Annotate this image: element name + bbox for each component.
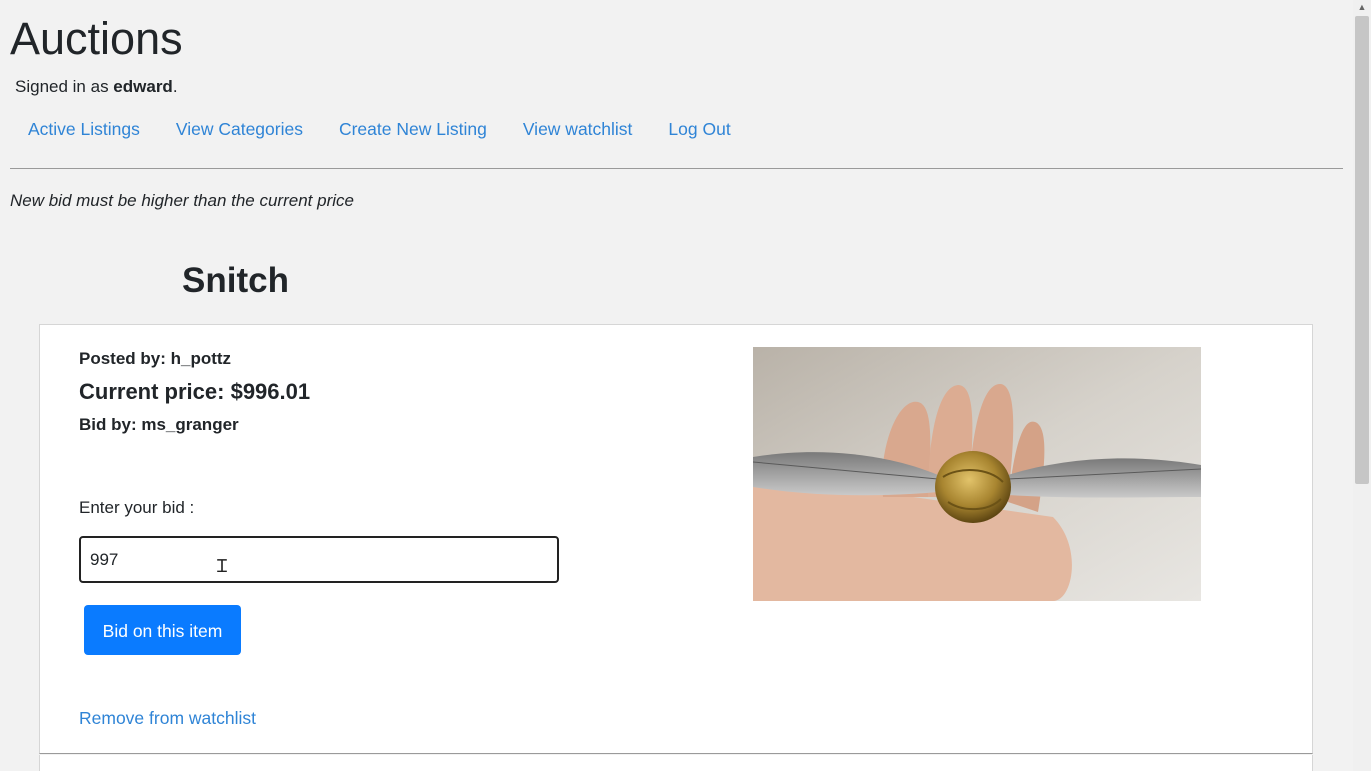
bid-by: Bid by: ms_granger [79, 415, 239, 434]
remove-from-watchlist-link[interactable]: Remove from watchlist [79, 707, 256, 729]
signed-in-status: Signed in as edward. [15, 76, 178, 98]
listing-card-footer [39, 755, 1313, 771]
posted-by: Posted by: h_pottz [79, 349, 232, 368]
current-price: Current price: $996.01 [79, 379, 311, 404]
signed-in-prefix: Signed in as [15, 77, 114, 96]
bid-input-label: Enter your bid : [79, 498, 195, 517]
bid-button[interactable]: Bid on this item [84, 605, 241, 655]
scroll-thumb[interactable] [1355, 16, 1369, 484]
nav-log-out[interactable]: Log Out [650, 116, 748, 142]
nav-active-listings[interactable]: Active Listings [10, 116, 158, 142]
vertical-scrollbar[interactable]: ▲ [1353, 0, 1371, 771]
snitch-photo [753, 347, 1201, 601]
bid-input[interactable] [79, 536, 559, 583]
nav-create-listing[interactable]: Create New Listing [321, 116, 505, 142]
signed-in-suffix: . [172, 77, 178, 96]
scroll-up-arrow-icon[interactable]: ▲ [1353, 0, 1371, 14]
nav-view-categories[interactable]: View Categories [158, 116, 321, 142]
page: Auctions Signed in as edward. Active Lis… [0, 0, 1371, 771]
flash-message: New bid must be higher than the current … [10, 191, 354, 210]
main-nav: Active Listings View Categories Create N… [10, 116, 749, 142]
listing-image [753, 347, 1201, 601]
listing-title: Snitch [182, 261, 289, 300]
nav-view-watchlist[interactable]: View watchlist [505, 116, 651, 142]
site-title: Auctions [10, 13, 183, 64]
signed-in-username: edward [113, 77, 173, 96]
header-divider [10, 168, 1343, 169]
